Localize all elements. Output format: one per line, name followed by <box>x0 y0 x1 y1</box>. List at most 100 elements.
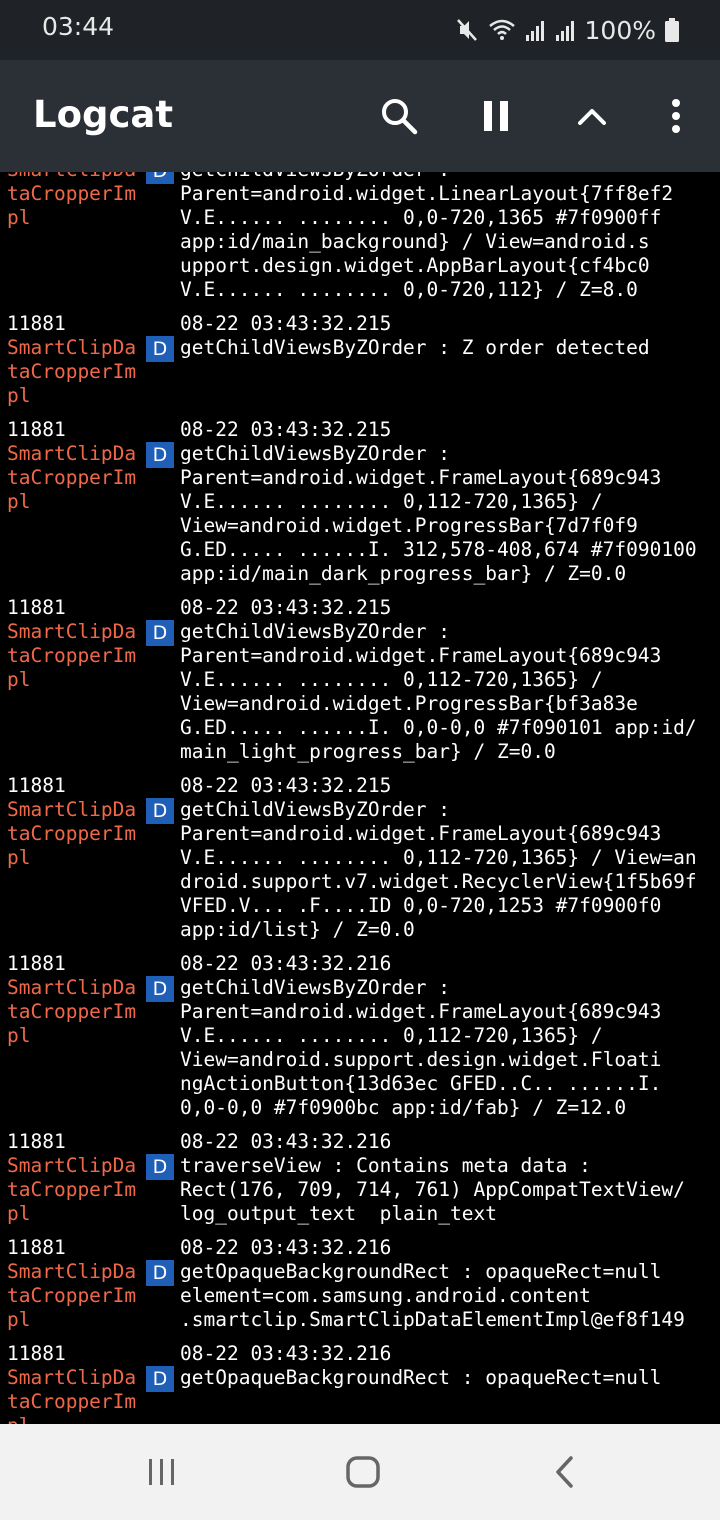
log-line: pl log_output_text plain_text <box>0 1202 720 1226</box>
log-level-badge: D <box>146 798 174 824</box>
log-tag: pl <box>7 1024 31 1047</box>
log-line: taCropperIm Parent=android.widget.LinearL… <box>0 182 720 206</box>
log-tag: taCropperIm <box>7 1178 137 1201</box>
log-line: SmartClipDa DgetChildViewsByZOrder : Z or… <box>0 336 720 362</box>
log-message: upport.design.widget.AppBarLayout{cf4bc0 <box>180 254 650 277</box>
log-message: Rect(176, 709, 714, 761) AppCompatTextVi… <box>180 1178 685 1201</box>
log-entry-header: 11881 08-22 03:43:32.216 <box>0 1342 720 1366</box>
log-tag: SmartClipDa <box>7 976 137 999</box>
log-entry-header: 11881 08-22 03:43:32.216 <box>0 1236 720 1260</box>
log-timestamp: 08-22 03:43:32.215 <box>180 418 392 441</box>
log-line: SmartClipDa DgetOpaqueBackgroundRect : op… <box>0 1260 720 1286</box>
log-message: Parent=android.widget.FrameLayout{689c94… <box>180 644 662 667</box>
status-bar: 03:44 100% <box>0 0 720 60</box>
log-tag: taCropperIm <box>7 1390 137 1413</box>
log-line: SmartClipDa DgetOpaqueBackgroundRect : op… <box>0 1366 720 1392</box>
battery-icon <box>664 17 680 43</box>
log-line: upport.design.widget.AppBarLayout{cf4bc0 <box>0 254 720 278</box>
log-message: Parent=android.widget.FrameLayout{689c94… <box>180 1000 662 1023</box>
log-tag: SmartClipDa <box>7 1366 137 1389</box>
log-pid: 11881 <box>7 1342 66 1365</box>
log-line: SmartClipDaDgetChildViewsByZOrder : <box>0 172 720 184</box>
log-entry-spacer <box>0 302 720 312</box>
log-entry-header: 11881 08-22 03:43:32.215 <box>0 418 720 442</box>
battery-percent: 100% <box>584 15 656 45</box>
recents-button[interactable] <box>127 1444 197 1500</box>
log-tag: pl <box>7 206 31 229</box>
log-entries: SmartClipDaDgetChildViewsByZOrder :taCro… <box>0 172 720 1424</box>
log-entry[interactable]: 11881 08-22 03:43:32.215 SmartClipDa DgetCh… <box>0 596 720 774</box>
log-entry-spacer <box>0 764 720 774</box>
log-entry[interactable]: 11881 08-22 03:43:32.215 SmartClipDa DgetCh… <box>0 418 720 596</box>
log-message: .smartclip.SmartClipDataElementImpl@ef8f… <box>180 1308 685 1331</box>
search-button[interactable] <box>371 88 427 144</box>
log-tag: SmartClipDa <box>7 1154 137 1177</box>
log-entry-header: 11881 08-22 03:43:32.216 <box>0 952 720 976</box>
log-entry[interactable]: 11881 08-22 03:43:32.215 SmartClipDa DgetCh… <box>0 312 720 418</box>
log-line: V.E...... ........ 0,0-720,112} / Z=8.0 <box>0 278 720 302</box>
log-line: SmartClipDa DtraverseView : Contains meta… <box>0 1154 720 1180</box>
log-tag: pl <box>7 1202 31 1225</box>
log-entry[interactable]: 11881 08-22 03:43:32.216 SmartClipDa DgetOp… <box>0 1236 720 1342</box>
log-level-badge: D <box>146 1260 174 1286</box>
log-message: getChildViewsByZOrder : <box>180 976 451 999</box>
log-line: View=android.widget.ProgressBar{bf3a83e <box>0 692 720 716</box>
log-timestamp: 08-22 03:43:32.215 <box>180 596 392 619</box>
home-button[interactable] <box>328 1444 398 1500</box>
log-entry[interactable]: 11881 08-22 03:43:32.216 SmartClipDa DgetOp… <box>0 1342 720 1424</box>
log-pid: 11881 <box>7 418 66 441</box>
log-message: Parent=android.widget.FrameLayout{689c94… <box>180 466 662 489</box>
log-line: ngActionButton{13d63ec GFED..C.. ......I… <box>0 1072 720 1096</box>
log-line: SmartClipDaDgetChildViewsByZOrder : <box>0 442 720 468</box>
log-level-badge: D <box>146 976 174 1002</box>
log-entry-header: 11881 08-22 03:43:32.215 <box>0 774 720 798</box>
log-line: SmartClipDaDgetChildViewsByZOrder : <box>0 798 720 824</box>
log-message: V.E...... ........ 0,112-720,1365} / Vie… <box>180 846 697 869</box>
log-line: SmartClipDaDgetChildViewsByZOrder : <box>0 620 720 646</box>
log-message: V.E...... ........ 0,0-720,112} / Z=8.0 <box>180 278 638 301</box>
log-entry[interactable]: 11881 08-22 03:43:32.215 SmartClipDa DgetCh… <box>0 774 720 952</box>
log-message: V.E...... ........ 0,112-720,1365} / <box>180 1024 603 1047</box>
log-line: pl V.E...... ........ 0,0-720,1365 #7f090… <box>0 206 720 230</box>
home-icon <box>346 1456 380 1488</box>
log-message: getOpaqueBackgroundRect : opaqueRect=nul… <box>180 1260 662 1283</box>
log-message: View=android.widget.ProgressBar{7d7f0f9 <box>180 514 638 537</box>
log-message: ngActionButton{13d63ec GFED..C.. ......I… <box>180 1072 662 1095</box>
page-title: Logcat <box>33 93 174 136</box>
log-tag: pl <box>7 668 31 691</box>
log-entry-header: 11881 08-22 03:43:32.215 <box>0 596 720 620</box>
log-list[interactable]: SmartClipDaDgetChildViewsByZOrder :taCro… <box>0 172 720 1424</box>
log-tag: taCropperIm <box>7 466 137 489</box>
log-entry-spacer <box>0 586 720 596</box>
log-line: taCropperIm Parent=android.widget.FrameLa… <box>0 822 720 846</box>
log-entry-header: 11881 08-22 03:43:32.216 <box>0 1130 720 1154</box>
log-line: taCropperIm Parent=android.widget.FrameLa… <box>0 466 720 490</box>
log-message: View=android.widget.ProgressBar{bf3a83e <box>180 692 638 715</box>
log-line: main_light_progress_bar} / Z=0.0 <box>0 740 720 764</box>
log-line: droid.support.v7.widget.RecyclerView{1f5… <box>0 870 720 894</box>
log-timestamp: 08-22 03:43:32.216 <box>180 1342 392 1365</box>
log-line: pl .smartclip.SmartClipDataElementImpl@ef… <box>0 1308 720 1332</box>
log-message: getChildViewsByZOrder : Z order detected <box>180 336 650 359</box>
log-line: app:id/main_background} / View=android.s <box>0 230 720 254</box>
back-icon <box>556 1456 573 1488</box>
more-options-button[interactable] <box>648 88 704 144</box>
log-line: taCropperIm Parent=android.widget.FrameLa… <box>0 1000 720 1024</box>
back-button[interactable] <box>530 1444 600 1500</box>
log-line: 0,0-0,0 #7f0900bc app:id/fab} / Z=12.0 <box>0 1096 720 1120</box>
log-timestamp: 08-22 03:43:32.216 <box>180 1236 392 1259</box>
search-icon <box>382 99 418 135</box>
pause-button[interactable] <box>468 88 524 144</box>
log-line: taCropperIm Rect(176, 709, 714, 761) AppC… <box>0 1178 720 1202</box>
log-entry-spacer <box>0 408 720 418</box>
log-entry[interactable]: SmartClipDaDgetChildViewsByZOrder :taCro… <box>0 172 720 312</box>
log-message: getChildViewsByZOrder : <box>180 442 451 465</box>
log-line: VFED.V... .F....ID 0,0-720,1253 #7f0900f… <box>0 894 720 918</box>
signal-icon <box>525 17 547 43</box>
log-line: pl <box>0 1414 720 1424</box>
log-message: droid.support.v7.widget.RecyclerView{1f5… <box>180 870 697 893</box>
log-entry[interactable]: 11881 08-22 03:43:32.216 SmartClipDa Dtrave… <box>0 1130 720 1236</box>
log-message: getChildViewsByZOrder : <box>180 172 450 182</box>
scroll-up-button[interactable] <box>564 88 620 144</box>
log-entry[interactable]: 11881 08-22 03:43:32.216 SmartClipDa DgetCh… <box>0 952 720 1130</box>
